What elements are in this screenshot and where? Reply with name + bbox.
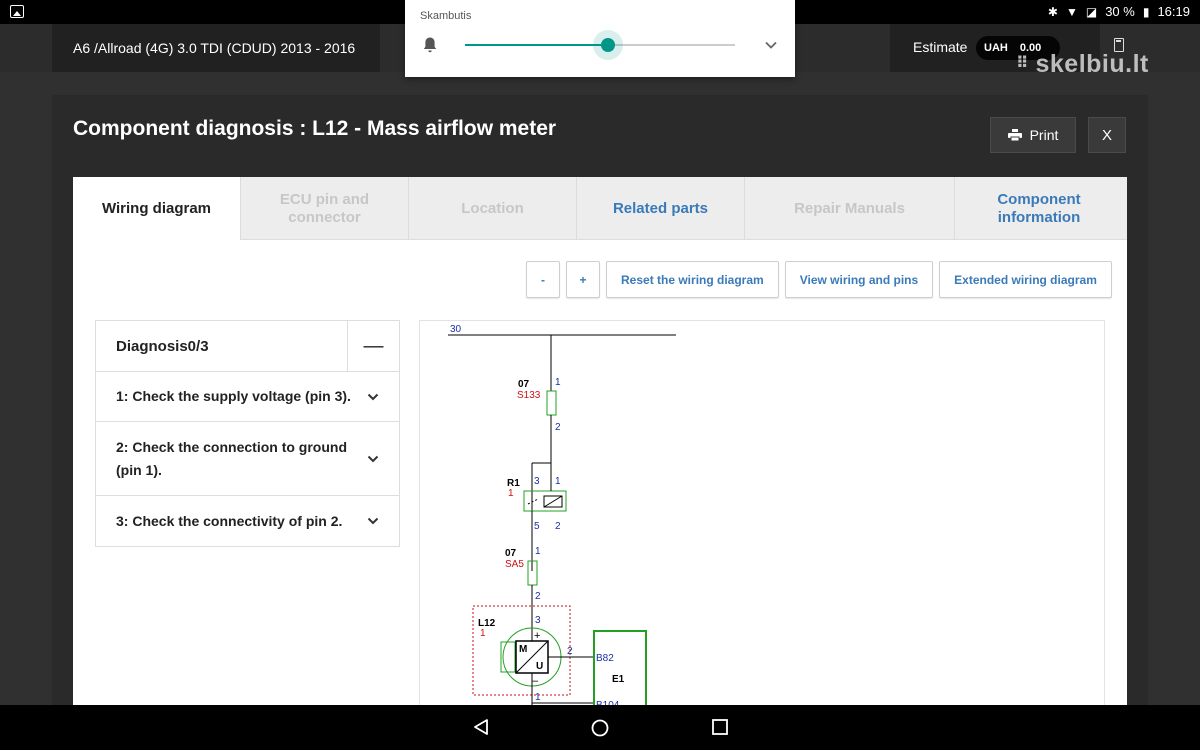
chevron-down-icon: [367, 455, 379, 462]
volume-slider-fill: [465, 44, 609, 46]
pin-label: 2: [555, 422, 561, 433]
fuse-s133[interactable]: [546, 390, 557, 416]
print-label: Print: [1029, 127, 1059, 143]
rail-30-label: 30: [450, 324, 462, 335]
watermark: ⠿ skelbiu.lt: [1016, 50, 1149, 78]
pin-label: 1: [535, 546, 541, 557]
step-label: 3: Check the connectivity of pin 2.: [116, 512, 343, 529]
wifi-icon: ▼: [1065, 4, 1078, 19]
battery-icon: ▮: [1142, 4, 1150, 19]
modal-title: Component diagnosis : L12 - Mass airflow…: [73, 117, 557, 140]
tab-bar: Wiring diagram ECU pin and connector Loca…: [73, 177, 1127, 240]
diagnosis-title: Diagnosis0/3: [96, 321, 348, 371]
diagnosis-step-2[interactable]: 2: Check the connection to ground (pin 1)…: [96, 422, 399, 496]
diagnosis-step-1[interactable]: 1: Check the supply voltage (pin 3).: [96, 372, 399, 422]
volume-slider-thumb[interactable]: [601, 38, 616, 52]
sensor-minus-label: –: [532, 675, 539, 687]
view-wiring-and-pins-button[interactable]: View wiring and pins: [784, 261, 934, 298]
bluetooth-icon: ✱: [1047, 4, 1058, 19]
tab-label: Component information: [997, 190, 1081, 226]
fuse2-code-label: 07: [505, 548, 517, 559]
chevron-down-icon: [367, 517, 379, 525]
battery-percent: 30 %: [1105, 4, 1135, 19]
tab-label: Wiring diagram: [101, 199, 212, 217]
step-label: 2: Check the connection to ground (pin 1)…: [116, 438, 348, 478]
relay-sub-label: 1: [508, 488, 514, 499]
tab-label: Location: [461, 199, 524, 217]
tab-location[interactable]: Location: [409, 177, 577, 240]
collapse-button[interactable]: —: [348, 321, 399, 371]
ecu-code-label: E1: [612, 674, 625, 685]
sensor-u-label: U: [536, 661, 543, 672]
wiring-toolbar: - + Reset the wiring diagram View wiring…: [526, 261, 1112, 298]
tab-related-parts[interactable]: Related parts: [577, 177, 745, 240]
fuse-code-label: 07: [518, 379, 530, 390]
volume-slider[interactable]: [465, 38, 735, 52]
home-icon[interactable]: [590, 718, 610, 738]
no-signal-icon: ◪: [1085, 4, 1098, 19]
chevron-down-icon: [367, 393, 379, 400]
tab-ecu-pin-and-connector[interactable]: ECU pin and connector: [241, 177, 409, 240]
zoom-in-button[interactable]: +: [566, 261, 600, 298]
pin-label: B82: [596, 653, 614, 664]
pin-label: 1: [535, 692, 541, 703]
relay-r1[interactable]: [523, 490, 567, 512]
pin-label: 5: [534, 521, 540, 532]
estimate-label: Estimate: [913, 39, 968, 55]
diagnosis-header[interactable]: Diagnosis0/3 —: [96, 321, 399, 372]
recent-apps-icon[interactable]: [711, 718, 729, 736]
navigation-bar: [0, 705, 1200, 750]
gallery-notification-icon: [10, 5, 24, 18]
back-icon[interactable]: [472, 718, 490, 736]
pin-label: 1: [555, 377, 561, 388]
tab-label: Repair Manuals: [794, 199, 905, 217]
component-diagnosis-modal: Component diagnosis : L12 - Mass airflow…: [52, 95, 1148, 717]
fuse-id-label: S133: [517, 390, 541, 401]
sensor-m-label: M: [519, 644, 527, 655]
pin-label: 2: [555, 521, 561, 532]
pin-label: 3: [535, 615, 541, 626]
sensor-sub-label: 1: [480, 628, 486, 639]
print-button[interactable]: Print: [990, 117, 1076, 153]
vehicle-selector[interactable]: A6 /Allroad (4G) 3.0 TDI (CDUD) 2013 - 2…: [52, 24, 380, 72]
volume-stream-label: Skambutis: [420, 10, 472, 22]
fuse2-id-label: SA5: [505, 559, 524, 570]
pin-label: 3: [534, 476, 540, 487]
pin-label: 2: [567, 646, 573, 657]
sensor-plus-label: +: [534, 630, 540, 642]
status-icons: ✱ ▼ ◪ 30 % ▮ 16:19: [1048, 4, 1190, 19]
tab-label: Related parts: [612, 199, 709, 217]
relay-coil-diagonal: [543, 495, 563, 508]
step-label: 1: Check the supply voltage (pin 3).: [116, 388, 351, 404]
reset-wiring-diagram-button[interactable]: Reset the wiring diagram: [606, 261, 779, 298]
wiring-diagram-canvas[interactable]: 30 07 S133 1 2 R1 1 3 1 5 2 07 SA5 1 2 L…: [419, 320, 1105, 717]
printer-icon: [1007, 129, 1022, 141]
tab-wiring-diagram[interactable]: Wiring diagram: [73, 177, 241, 240]
chevron-down-icon[interactable]: [763, 37, 779, 53]
zoom-out-button[interactable]: -: [526, 261, 560, 298]
clock: 16:19: [1157, 4, 1190, 19]
pin-label: 2: [535, 591, 541, 602]
diagnosis-step-3[interactable]: 3: Check the connectivity of pin 2.: [96, 496, 399, 546]
currency-code: UAH: [984, 42, 1008, 54]
volume-popup: Skambutis: [405, 0, 795, 77]
tab-component-information[interactable]: Component information: [955, 177, 1123, 240]
diagnosis-accordion: Diagnosis0/3 — 1: Check the supply volta…: [95, 320, 400, 547]
tab-label: ECU pin and connector: [279, 190, 370, 226]
tab-repair-manuals[interactable]: Repair Manuals: [745, 177, 955, 240]
diagnosis-panel: Wiring diagram ECU pin and connector Loca…: [73, 177, 1127, 717]
pin-label: 1: [555, 476, 561, 487]
close-button[interactable]: X: [1088, 117, 1126, 153]
extended-wiring-diagram-button[interactable]: Extended wiring diagram: [939, 261, 1112, 298]
relay-contact: [527, 498, 539, 505]
bell-icon[interactable]: [422, 36, 438, 54]
